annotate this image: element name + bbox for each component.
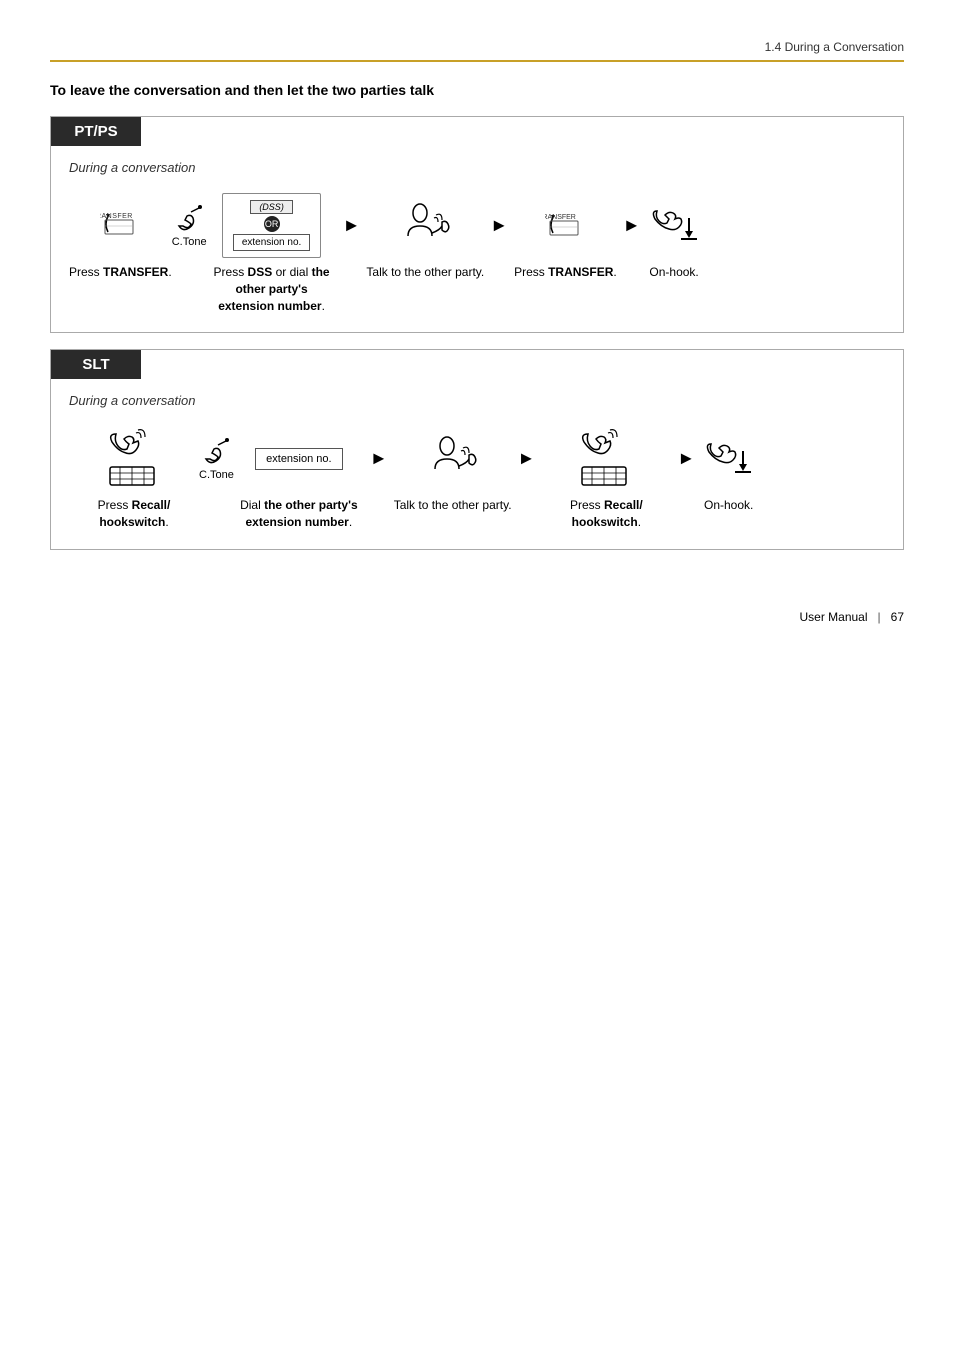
pt-ps-body: During a conversation (51, 146, 903, 332)
slt-steps-row: Press Recall/ hookswitch. C.Tone (69, 426, 885, 531)
slt-desc-3: Dial the other party's extension number. (234, 497, 364, 531)
pt-ps-header: PT/PS (51, 117, 141, 146)
phone-hook-svg-1 (173, 204, 205, 236)
ctone-icon-2: C.Tone (199, 426, 234, 491)
talk-icon-1 (398, 193, 453, 258)
arrow-4: ► (364, 426, 394, 491)
pt-ps-steps-row: TRANSFER Press TRANSFER. (69, 193, 885, 314)
talk-person-svg-2 (425, 431, 480, 486)
slt-during-label: During a conversation (69, 393, 885, 408)
pt-ps-desc-3: Press DSS or dial the other party's exte… (207, 264, 337, 314)
extension-no-box: extension no. (233, 234, 311, 251)
pt-ps-desc-1: Press TRANSFER. (69, 264, 172, 281)
pt-ps-desc-4: Talk to the other party. (366, 264, 484, 281)
ctone-icon-1: C.Tone (172, 193, 207, 258)
slt-phone-svg-1 (108, 429, 160, 489)
pt-ps-during-label: During a conversation (69, 160, 885, 175)
slt-step-3: extension no. Dial the other party's ext… (234, 426, 364, 531)
slt-phone-icon-1 (108, 426, 160, 491)
pt-ps-step-6: On-hook. (647, 193, 702, 281)
right-arrow-4: ► (370, 448, 388, 469)
slt-phone-icon-2 (580, 426, 632, 491)
talk-person-svg-1 (398, 198, 453, 253)
pt-ps-step-2: C.Tone (172, 193, 207, 264)
slt-phone-svg-2 (580, 429, 632, 489)
pt-ps-step-5: TRANSFER Press TRANSFER. (514, 193, 617, 281)
arrow-1: ► (337, 193, 367, 258)
right-arrow-2: ► (490, 215, 508, 236)
slt-header: SLT (51, 350, 141, 379)
arrow-2: ► (484, 193, 514, 258)
arrow-5: ► (512, 426, 542, 491)
pt-ps-step-4: Talk to the other party. (366, 193, 484, 281)
svg-text:TRANSFER: TRANSFER (545, 214, 576, 221)
slt-section: SLT During a conversation (50, 349, 904, 550)
transfer-svg-1: TRANSFER (100, 206, 140, 244)
pt-ps-section: PT/PS During a conversation (50, 116, 904, 333)
ctone-label-1: C.Tone (172, 236, 207, 248)
footer-page: 67 (891, 610, 904, 624)
main-title: To leave the conversation and then let t… (50, 82, 904, 98)
pt-ps-step-1: TRANSFER Press TRANSFER. (69, 193, 172, 281)
slt-desc-1: Press Recall/ hookswitch. (69, 497, 199, 531)
right-arrow-5: ► (518, 448, 536, 469)
right-arrow-3: ► (623, 215, 641, 236)
slt-desc-6: On-hook. (704, 497, 753, 514)
arrow-3: ► (617, 193, 647, 258)
pt-ps-desc-6: On-hook. (649, 264, 698, 281)
dss-label: (DSS) (250, 200, 293, 214)
dss-box-icon: (DSS) OR extension no. (222, 193, 322, 258)
ext-no-icon: extension no. (255, 426, 342, 491)
page-header: 1.4 During a Conversation (50, 40, 904, 62)
ext-no-box: extension no. (255, 448, 342, 470)
slt-step-6: On-hook. (701, 426, 756, 514)
slt-step-2: C.Tone (199, 426, 234, 497)
section-title: 1.4 During a Conversation (765, 40, 904, 54)
onhook-icon-2 (701, 426, 756, 491)
right-arrow-6: ► (677, 448, 695, 469)
transfer-button-icon-1: TRANSFER (100, 193, 140, 258)
transfer-button-icon-2: TRANSFER (545, 193, 585, 258)
pt-ps-desc-5: Press TRANSFER. (514, 264, 617, 281)
onhook-svg-2 (701, 436, 756, 481)
slt-desc-4: Talk to the other party. (394, 497, 512, 514)
onhook-svg-1 (647, 203, 702, 248)
talk-icon-2 (425, 426, 480, 491)
transfer-svg-2: TRANSFER (545, 207, 585, 245)
phone-hook-svg-2 (200, 437, 232, 469)
right-arrow-1: ► (343, 215, 361, 236)
slt-step-5: Press Recall/ hookswitch. (541, 426, 671, 531)
pt-ps-step-3: (DSS) OR extension no. Press DSS or dial… (207, 193, 337, 314)
slt-desc-5: Press Recall/ hookswitch. (541, 497, 671, 531)
slt-step-1: Press Recall/ hookswitch. (69, 426, 199, 531)
or-circle: OR (264, 216, 280, 232)
onhook-icon-1 (647, 193, 702, 258)
footer-text: User Manual (799, 610, 867, 624)
arrow-6: ► (671, 426, 701, 491)
ctone-label-2: C.Tone (199, 469, 234, 481)
slt-step-4: Talk to the other party. (394, 426, 512, 514)
svg-text:TRANSFER: TRANSFER (100, 213, 133, 220)
page-footer: User Manual | 67 (50, 610, 904, 624)
slt-body: During a conversation (51, 379, 903, 549)
